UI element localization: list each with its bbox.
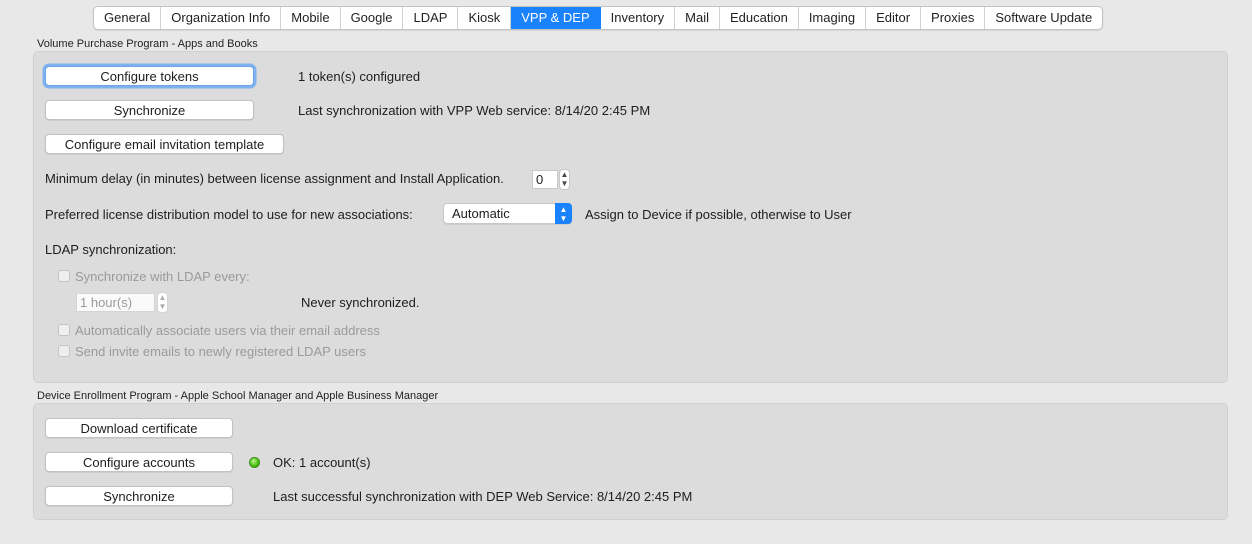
tab-mail[interactable]: Mail <box>675 7 720 29</box>
tab-mobile[interactable]: Mobile <box>281 7 341 29</box>
tab-ldap[interactable]: LDAP <box>403 7 459 29</box>
tab-general[interactable]: General <box>94 7 162 29</box>
tab-inventory[interactable]: Inventory <box>601 7 676 29</box>
tab-editor[interactable]: Editor <box>866 7 922 29</box>
vpp-sync-status: Last synchronization with VPP Web servic… <box>298 103 651 118</box>
min-delay-label: Minimum delay (in minutes) between licen… <box>45 171 504 186</box>
ldap-never-synced: Never synchronized. <box>301 295 420 310</box>
ldap-interval-field[interactable]: 1 hour(s) <box>76 293 155 312</box>
tab-google[interactable]: Google <box>341 7 404 29</box>
auto-associate-label: Automatically associate users via their … <box>75 323 380 338</box>
status-ok-icon <box>249 457 260 468</box>
popup-chevron-icon: ▲ ▼ <box>555 203 572 224</box>
dep-sync-status: Last successful synchronization with DEP… <box>273 489 693 504</box>
send-invite-label: Send invite emails to newly registered L… <box>75 344 366 359</box>
dep-accounts-status: OK: 1 account(s) <box>273 455 371 470</box>
tab-education[interactable]: Education <box>720 7 799 29</box>
ldap-sync-heading: LDAP synchronization: <box>45 242 177 257</box>
tab-imaging[interactable]: Imaging <box>799 7 867 29</box>
dep-synchronize-button[interactable]: Synchronize <box>45 486 233 506</box>
tokens-status: 1 token(s) configured <box>298 69 421 84</box>
tab-kiosk[interactable]: Kiosk <box>458 7 512 29</box>
dep-group-title: Device Enrollment Program - Apple School… <box>37 390 439 402</box>
license-model-label: Preferred license distribution model to … <box>45 207 413 222</box>
configure-tokens-button[interactable]: Configure tokens <box>45 66 254 86</box>
chevron-up-icon: ▲ <box>158 293 167 302</box>
tab-proxies[interactable]: Proxies <box>921 7 986 29</box>
license-model-hint: Assign to Device if possible, otherwise … <box>585 207 852 222</box>
license-model-popup[interactable]: Automatic ▲ ▼ <box>443 203 572 224</box>
chevron-down-icon: ▼ <box>158 302 167 311</box>
min-delay-field[interactable]: 0 <box>532 170 558 189</box>
tab-bar: General Organization Info Mobile Google LDAP… <box>93 6 1104 30</box>
tab-software-update[interactable]: Software Update <box>985 7 1102 29</box>
configure-email-template-button[interactable]: Configure email invitation template <box>45 134 284 154</box>
send-invite-checkbox[interactable] <box>58 345 70 357</box>
ldap-interval-stepper[interactable]: ▲ ▼ <box>157 292 168 313</box>
ldap-sync-every-label: Synchronize with LDAP every: <box>75 269 250 284</box>
download-certificate-button[interactable]: Download certificate <box>45 418 233 438</box>
chevron-down-icon: ▼ <box>560 179 569 188</box>
configure-accounts-button[interactable]: Configure accounts <box>45 452 233 472</box>
chevron-up-icon: ▲ <box>560 170 569 179</box>
vpp-group-title: Volume Purchase Program - Apps and Books <box>37 38 258 50</box>
vpp-synchronize-button[interactable]: Synchronize <box>45 100 254 120</box>
tab-vpp-dep[interactable]: VPP & DEP <box>511 7 601 29</box>
license-model-value: Automatic <box>452 206 510 221</box>
tab-organization-info[interactable]: Organization Info <box>161 7 282 29</box>
ldap-sync-checkbox[interactable] <box>58 270 70 282</box>
min-delay-stepper[interactable]: ▲ ▼ <box>559 169 570 190</box>
auto-associate-checkbox[interactable] <box>58 324 70 336</box>
